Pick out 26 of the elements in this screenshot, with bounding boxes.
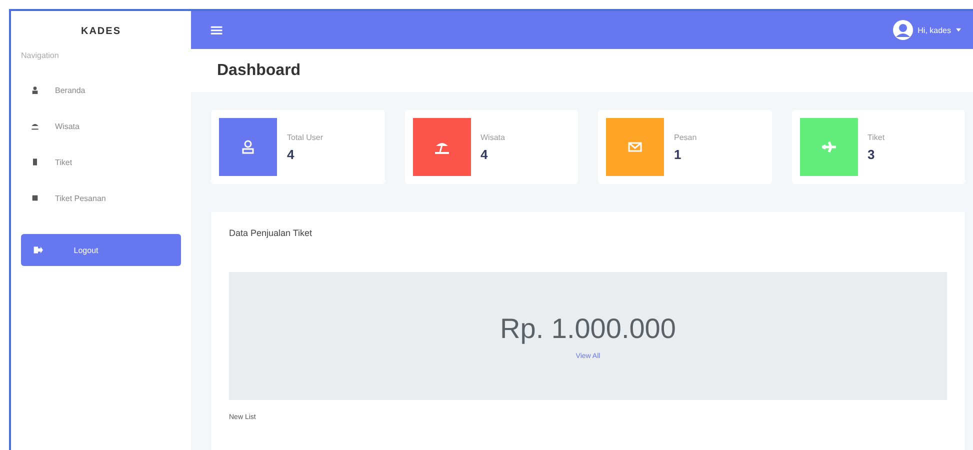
stat-label: Total User [287, 132, 324, 142]
stat-value: 4 [480, 146, 489, 162]
sidebar-item[interactable]: Beranda [21, 72, 181, 108]
card-title: Data Penjualan Tiket [229, 228, 314, 238]
sidebar-heading: Navigation [21, 51, 60, 60]
page-title: Dashboard [217, 62, 301, 80]
stat-value: 3 [868, 146, 876, 162]
sidebar-item[interactable]: Tiket [21, 144, 181, 180]
avatar-icon [892, 20, 913, 40]
stat-label: Wisata [480, 132, 505, 142]
sales-amount: Rp. 1.000.000 [500, 312, 676, 344]
logout-button[interactable]: Logout [21, 234, 181, 266]
sidebar-item[interactable]: Wisata [21, 108, 181, 144]
logout-icon [33, 245, 43, 255]
caret-icon [956, 28, 961, 32]
stat-value: 1 [674, 146, 682, 162]
menu-button[interactable]: ≡ [209, 20, 224, 41]
brand-title: KADES [80, 25, 122, 39]
user-icon [240, 139, 256, 155]
stat-label: Tiket [868, 132, 885, 142]
stat-label: Pesan [674, 132, 697, 142]
user-menu[interactable]: Hi, kades [892, 20, 961, 40]
person-icon [31, 86, 39, 94]
plane-icon [820, 139, 836, 155]
stat-value: 4 [287, 146, 296, 162]
sidebar-item[interactable]: Tiket Pesanan [21, 180, 181, 216]
